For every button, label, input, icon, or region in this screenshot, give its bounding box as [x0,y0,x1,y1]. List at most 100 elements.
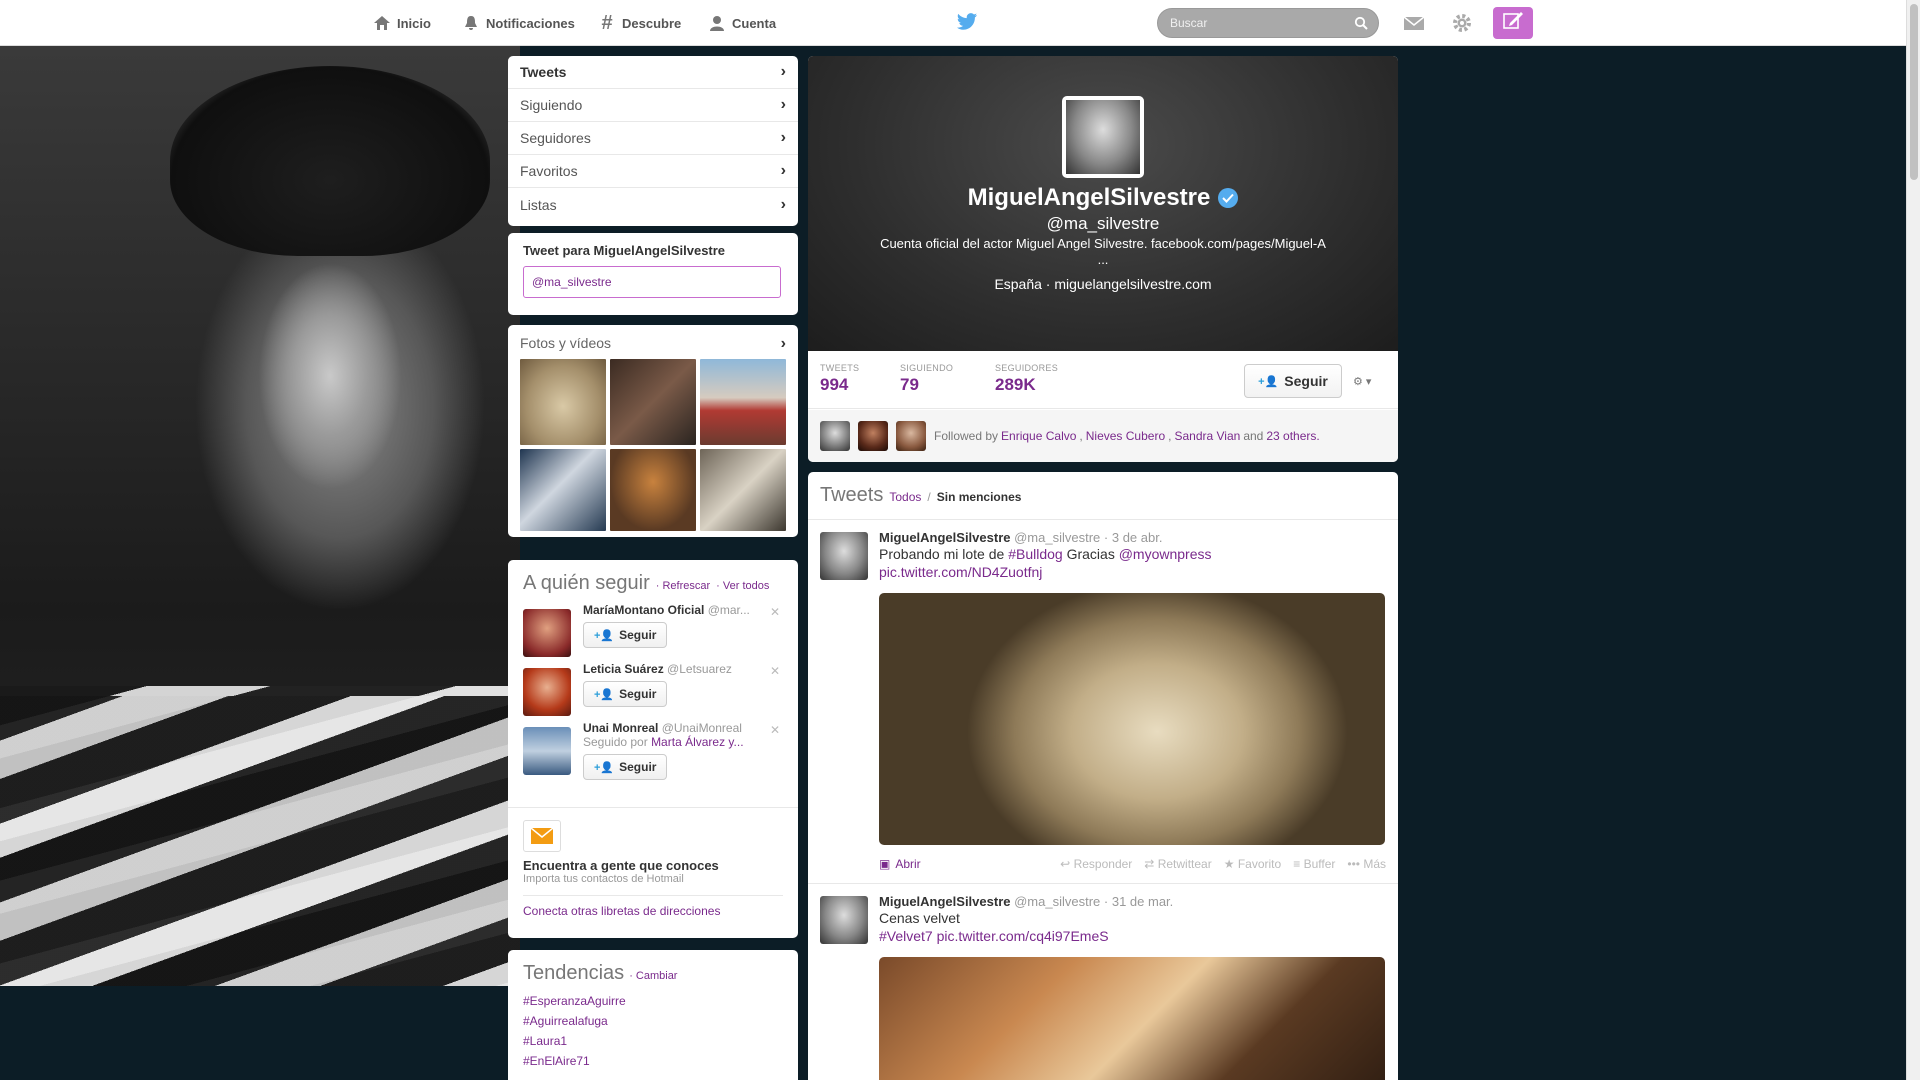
hotmail-envelope-icon[interactable] [523,820,561,852]
photo-thumb[interactable] [520,359,606,445]
dismiss-icon[interactable]: ✕ [770,664,780,678]
filter-all-link[interactable]: Todos [889,490,921,504]
tweet-hashtag[interactable]: #Bulldog [1008,546,1063,562]
reply-button[interactable]: ↩ Responder [1060,857,1132,871]
photo-thumb[interactable] [700,449,786,531]
search-icon[interactable] [1354,16,1368,30]
photo-thumb[interactable] [610,359,696,445]
user-actions-gear-icon[interactable]: ⚙ ▾ [1353,369,1383,393]
trend-item[interactable]: #EsperanzaAguirre [523,991,783,1011]
connect-address-books-link[interactable]: Conecta otras libretas de direcciones [523,904,720,918]
avatar[interactable] [896,421,926,451]
favorite-button[interactable]: ★ Favorito [1224,857,1281,871]
background-sweater [0,696,520,986]
buffer-button[interactable]: ≡ Buffer [1293,857,1335,871]
avatar[interactable] [858,421,888,451]
more-button[interactable]: ••• Más [1347,857,1386,871]
photo-thumb[interactable] [610,449,696,531]
profile-nav-label: Favoritos [520,163,578,179]
stat-following[interactable]: SIGUIENDO 79 [900,363,953,395]
trends-module: Tendencias · Cambiar #EsperanzaAguirre #… [508,950,798,1080]
retweet-icon: ⇄ [1144,857,1155,871]
messages-icon[interactable] [1403,12,1425,34]
scrollbar-thumb[interactable] [1910,4,1918,180]
profile-website-link[interactable]: miguelangelsilvestre.com [1054,276,1211,292]
twitter-bird-icon[interactable] [956,12,978,32]
nav-home[interactable]: Inicio [373,0,431,46]
nav-discover[interactable]: # Descubre [598,0,681,46]
avatar[interactable] [523,609,571,657]
chevron-right-icon: › [780,129,786,146]
tweet-text: Cenas velvet #Velvet7 pic.twitter.com/cq… [879,909,1386,945]
suggestion-name[interactable]: Leticia Suárez [583,662,664,676]
tweet-date[interactable]: · 3 de abr. [1104,530,1163,545]
followed-by-name[interactable]: Sandra Vian [1174,429,1240,443]
suggestion-name[interactable]: MaríaMontano Oficial [583,603,704,617]
profile-nav-following[interactable]: Siguiendo › [508,89,798,122]
tweet-media-link[interactable]: pic.twitter.com/cq4i97EmeS [937,928,1109,944]
tweet-mention[interactable]: @myownpress [1119,546,1212,562]
filter-no-mentions[interactable]: Sin menciones [937,490,1022,504]
find-friends: Encuentra a gente que conoces Importa tu… [508,807,798,918]
bell-icon [462,14,480,32]
profile-nav-favorites[interactable]: Favoritos › [508,155,798,188]
profile-nav-tweets[interactable]: Tweets › [508,56,798,89]
tweet-item[interactable]: MiguelAngelSilvestre @ma_silvestre · 31 … [808,884,1398,1080]
profile-nav-lists[interactable]: Listas › [508,188,798,221]
search-box[interactable] [1157,8,1379,38]
search-input[interactable] [1158,9,1338,37]
followed-by-name[interactable]: Marta Álvarez y... [651,735,743,749]
avatar[interactable] [820,532,868,580]
tweet-media-image[interactable] [879,593,1385,845]
tweet-author-name[interactable]: MiguelAngelSilvestre [879,530,1010,545]
follow-button[interactable]: +👤 Seguir [583,754,668,780]
stat-tweets[interactable]: TWEETS 994 [820,363,859,395]
view-all-link[interactable]: · Ver todos [716,580,769,592]
tweet-hashtag[interactable]: #Velvet7 [879,928,933,944]
dismiss-icon[interactable]: ✕ [770,605,780,619]
more-label: Más [1363,857,1386,871]
settings-gear-icon[interactable] [1451,12,1473,34]
reply-label: Responder [1073,857,1133,871]
dismiss-icon[interactable]: ✕ [770,723,780,737]
avatar[interactable] [820,896,868,944]
tweet-text-part: Gracias [1066,546,1115,562]
nav-account[interactable]: Cuenta [708,0,776,46]
tweet-author-name[interactable]: MiguelAngelSilvestre [879,894,1010,909]
nav-notifications[interactable]: Notificaciones [462,0,575,46]
tweet-media-link[interactable]: pic.twitter.com/ND4Zuotfnj [879,564,1042,580]
find-friends-subtitle: Importa tus contactos de Hotmail [523,873,684,885]
trend-item[interactable]: #EnElAire71 [523,1051,783,1071]
follow-button[interactable]: +👤 Seguir [583,681,668,707]
photo-thumb[interactable] [520,449,606,531]
open-tweet-link[interactable]: ▣ Abrir [879,857,921,871]
tweet-media-image[interactable] [879,957,1385,1080]
tweet-item[interactable]: MiguelAngelSilvestre @ma_silvestre · 3 d… [808,520,1398,884]
followed-by-name[interactable]: Enrique Calvo [1001,429,1076,443]
profile-follow-button[interactable]: +👤 Seguir [1244,364,1342,398]
page-scrollbar[interactable] [1906,0,1920,1080]
trend-item[interactable]: #Aguirrealafuga [523,1011,783,1031]
stat-followers[interactable]: SEGUIDORES 289K [995,363,1058,395]
avatar[interactable] [523,727,571,775]
followed-by-name[interactable]: Nieves Cubero [1086,429,1165,443]
photos-header[interactable]: Fotos y vídeos › [520,335,786,353]
refresh-link[interactable]: · Refrescar [656,580,710,592]
trends-change-link[interactable]: · Cambiar [629,970,677,982]
profile-avatar[interactable] [1062,96,1144,178]
avatar[interactable] [523,668,571,716]
photo-thumb[interactable] [700,359,786,445]
follow-button[interactable]: +👤 Seguir [583,622,668,648]
background-hair [170,66,490,256]
followed-by-others-link[interactable]: 23 others. [1266,429,1319,443]
trend-item[interactable]: #Laura1 [523,1031,783,1051]
tweet-to-input[interactable]: @ma_silvestre [523,266,781,298]
compose-tweet-button[interactable] [1493,7,1533,39]
retweet-button[interactable]: ⇄ Retwittear [1144,857,1211,871]
follow-person-icon: +👤 [594,761,615,774]
profile-nav-followers[interactable]: Seguidores › [508,122,798,155]
avatar[interactable] [820,421,850,451]
find-friends-title[interactable]: Encuentra a gente que conoces [523,858,783,873]
tweet-date[interactable]: · 31 de mar. [1104,894,1173,909]
suggestion-name[interactable]: Unai Monreal [583,721,658,735]
